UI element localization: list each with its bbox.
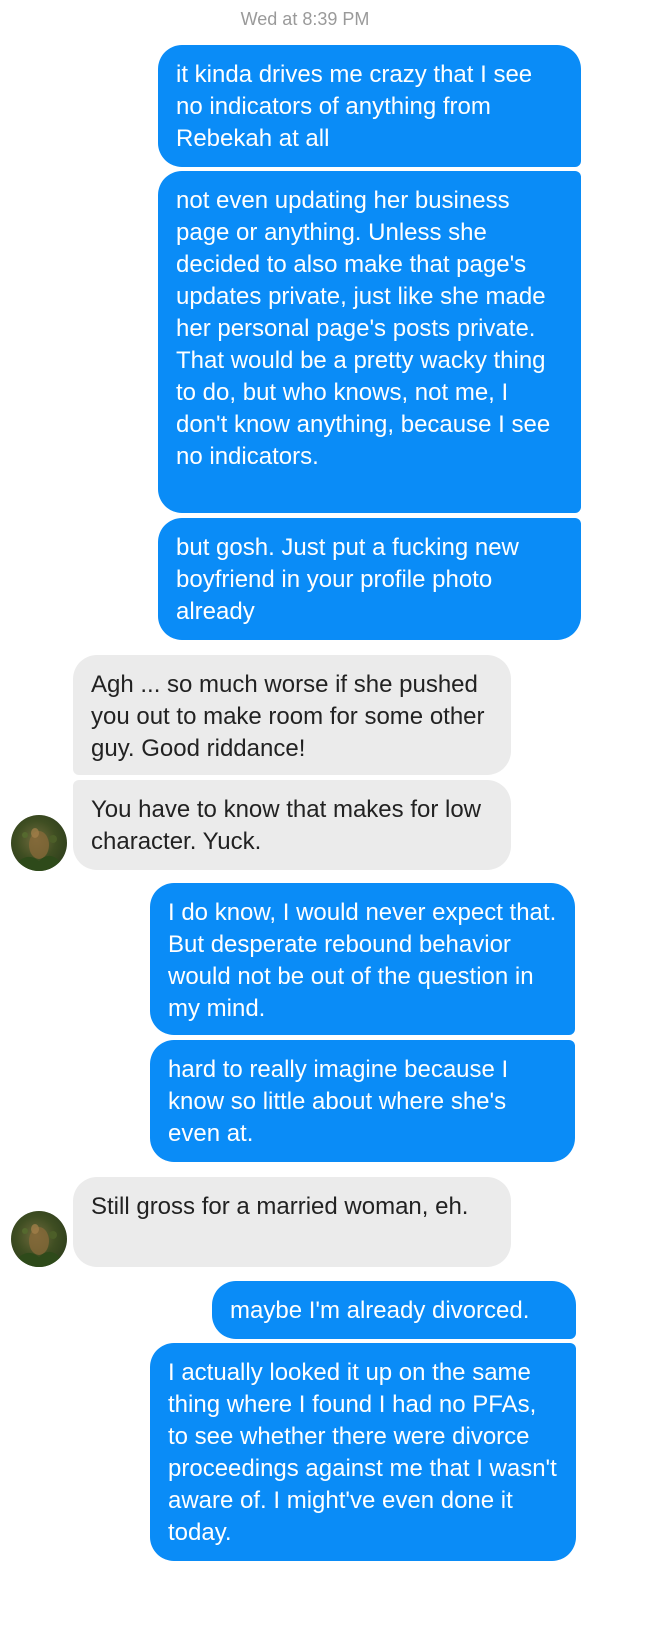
incoming-message[interactable]: You have to know that makes for low char… — [73, 780, 511, 870]
contact-photo-icon[interactable] — [11, 815, 67, 871]
incoming-message[interactable]: Still gross for a married woman, eh. — [73, 1177, 511, 1267]
incoming-message[interactable]: Agh ... so much worse if she pushed you … — [73, 655, 511, 775]
outgoing-message[interactable]: not even updating her business page or a… — [158, 171, 581, 513]
outgoing-message[interactable]: I do know, I would never expect that. Bu… — [150, 883, 575, 1035]
outgoing-message[interactable]: but gosh. Just put a fucking new boyfrie… — [158, 518, 581, 640]
contact-photo-icon[interactable] — [11, 1211, 67, 1267]
message-timestamp: Wed at 8:39 PM — [240, 9, 370, 29]
outgoing-message[interactable]: it kinda drives me crazy that I see no i… — [158, 45, 581, 167]
outgoing-message[interactable]: maybe I'm already divorced. — [212, 1281, 576, 1339]
outgoing-message[interactable]: hard to really imagine because I know so… — [150, 1040, 575, 1162]
outgoing-message[interactable]: I actually looked it up on the same thin… — [150, 1343, 576, 1561]
